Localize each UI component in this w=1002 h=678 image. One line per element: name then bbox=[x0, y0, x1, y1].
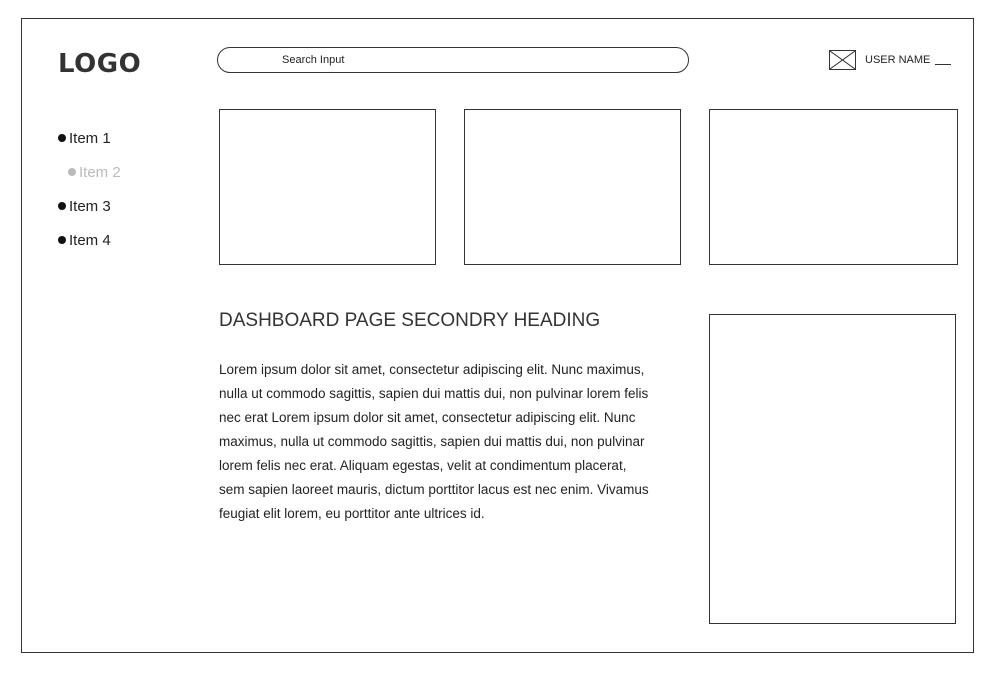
bullet-icon bbox=[58, 202, 66, 210]
content-card-1 bbox=[219, 109, 436, 265]
bullet-icon bbox=[58, 236, 66, 244]
sidebar-item-4[interactable]: Item 4 bbox=[58, 223, 121, 257]
user-menu[interactable]: USER NAME bbox=[829, 49, 952, 71]
sidebar-item-label: Item 3 bbox=[69, 197, 111, 215]
sidebar-item-3[interactable]: Item 3 bbox=[58, 189, 121, 223]
content-panel-large bbox=[709, 314, 956, 624]
sidebar-item-label: Item 1 bbox=[69, 129, 111, 147]
search-bar[interactable] bbox=[217, 47, 689, 73]
sidebar-item-label: Item 2 bbox=[79, 163, 121, 181]
sidebar-nav: Item 1 Item 2 Item 3 Item 4 bbox=[58, 121, 121, 257]
user-name[interactable]: USER NAME bbox=[865, 54, 930, 66]
content-card-3 bbox=[709, 109, 958, 265]
user-name-underline bbox=[935, 55, 952, 65]
image-placeholder-icon bbox=[830, 51, 855, 69]
sidebar-item-2[interactable]: Item 2 bbox=[58, 155, 121, 189]
logo[interactable]: LOGO bbox=[58, 49, 141, 79]
content-card-2 bbox=[464, 109, 681, 265]
sidebar-item-1[interactable]: Item 1 bbox=[58, 121, 121, 155]
wireframe-frame: LOGO USER NAME Item 1 Item 2 Item 3 Ite bbox=[21, 18, 974, 653]
avatar[interactable] bbox=[829, 50, 856, 70]
body-text: Lorem ipsum dolor sit amet, consectetur … bbox=[219, 362, 649, 521]
search-input[interactable] bbox=[218, 48, 688, 72]
bullet-icon bbox=[68, 168, 76, 176]
page-subheading: DASHBOARD PAGE SECONDRY HEADING bbox=[219, 310, 601, 331]
bullet-icon bbox=[58, 134, 66, 142]
sidebar-item-label: Item 4 bbox=[69, 231, 111, 249]
